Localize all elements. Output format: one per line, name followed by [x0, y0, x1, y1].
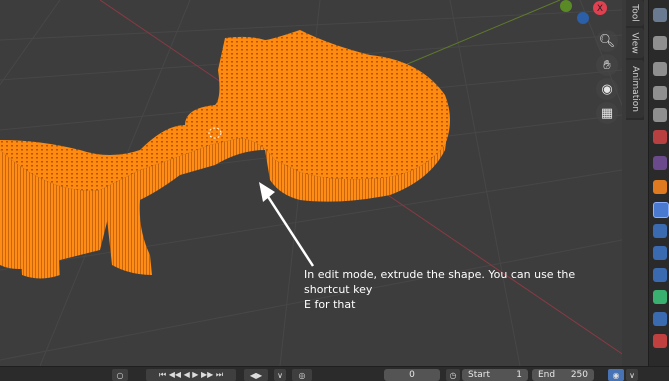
- timeline-bar: ○ ⏮ ◀◀ ◀ ▶ ▶▶ ⏭ ◀▶ ∨ ◎ 0 ◷ Start 1 End 2…: [0, 366, 669, 381]
- filter-dropdown-icon[interactable]: ∨: [626, 369, 638, 381]
- modifier-icon[interactable]: [653, 202, 669, 218]
- physics-icon[interactable]: [653, 246, 667, 260]
- start-label: Start: [468, 370, 490, 380]
- constraints-icon[interactable]: [653, 268, 667, 282]
- keyframe-dropdown-icon[interactable]: ∨: [274, 369, 286, 381]
- render-icon[interactable]: [653, 36, 667, 50]
- playback-menu-button[interactable]: ○: [112, 369, 128, 381]
- object-icon[interactable]: [653, 180, 667, 194]
- start-frame-field[interactable]: Start 1: [462, 369, 528, 381]
- end-value: 250: [570, 370, 588, 380]
- current-frame-value: 0: [409, 370, 415, 380]
- keyframe-nav-buttons[interactable]: ◀▶: [244, 369, 268, 381]
- annotation-line-2: E for that: [304, 298, 356, 311]
- hand-pan-icon[interactable]: ✋︎: [596, 54, 618, 76]
- sidebar-tabs: Tool View Animation: [626, 0, 644, 120]
- current-frame-field[interactable]: 0: [384, 369, 440, 381]
- 3d-viewport[interactable]: In edit mode, extrude the shape. You can…: [0, 0, 622, 366]
- texture-icon[interactable]: [653, 312, 667, 326]
- shape-fin-small: [20, 240, 60, 279]
- clock-icon[interactable]: ◷: [446, 369, 460, 381]
- z-axis-ball: [577, 12, 589, 24]
- shape-tail-fin: [105, 200, 152, 275]
- shape-top-face: [0, 30, 450, 191]
- navigation-gizmo[interactable]: X: [550, 0, 620, 26]
- end-label: End: [538, 370, 556, 380]
- zoom-icon[interactable]: 🔍︎: [596, 30, 618, 52]
- properties-tabs: [648, 0, 669, 366]
- data-icon[interactable]: [653, 290, 667, 304]
- end-frame-field[interactable]: End 250: [532, 369, 594, 381]
- playback-controls[interactable]: ⏮ ◀◀ ◀ ▶ ▶▶ ⏭: [146, 369, 236, 381]
- world-icon[interactable]: [653, 130, 667, 144]
- scene-icon[interactable]: [653, 108, 667, 122]
- x-axis-label: X: [597, 4, 603, 14]
- tab-view[interactable]: View: [626, 28, 644, 58]
- annotation-arrow: [259, 182, 315, 267]
- filter-icon[interactable]: ◉: [608, 369, 624, 381]
- view-layer-icon[interactable]: [653, 86, 667, 100]
- tab-tool[interactable]: Tool: [626, 0, 644, 26]
- camera-icon[interactable]: ◉: [596, 78, 618, 100]
- annotation-line-1: In edit mode, extrude the shape. You can…: [304, 268, 576, 296]
- particles-icon[interactable]: [653, 224, 667, 238]
- auto-keying-icon[interactable]: ◎: [292, 369, 312, 381]
- grid-icon[interactable]: ▦: [596, 102, 618, 124]
- annotation-text: In edit mode, extrude the shape. You can…: [304, 267, 622, 312]
- output-icon[interactable]: [653, 62, 667, 76]
- tool-icon[interactable]: [653, 8, 667, 22]
- material-icon[interactable]: [653, 334, 667, 348]
- collection-icon[interactable]: [653, 156, 667, 170]
- y-axis-ball: [560, 0, 572, 12]
- start-value: 1: [516, 370, 522, 380]
- tab-animation[interactable]: Animation: [626, 60, 644, 118]
